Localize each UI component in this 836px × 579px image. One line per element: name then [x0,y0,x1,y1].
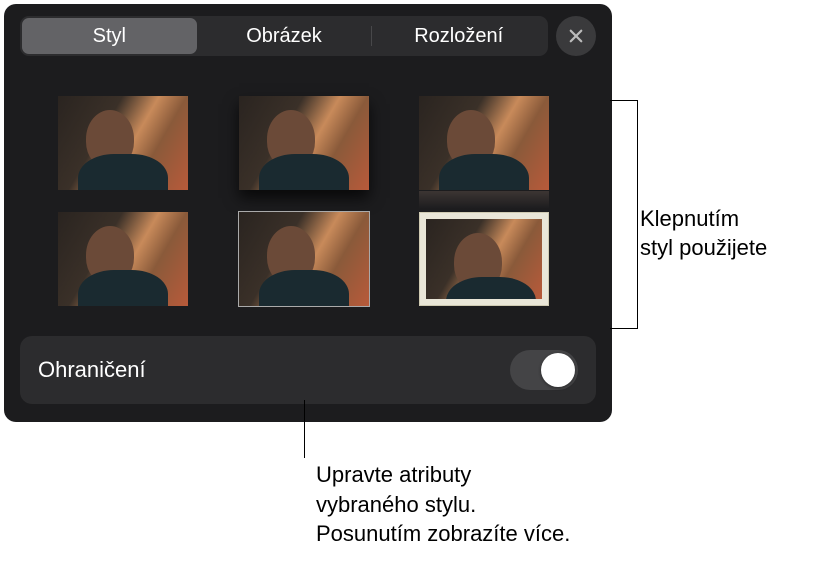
callout-bottom-text: Upravte atributy vybraného stylu. Posunu… [316,460,570,549]
callout-bracket [610,100,638,328]
style-thumb-frame[interactable] [419,212,549,306]
callout-line: styl použijete [640,234,767,263]
style-thumb-plain2[interactable] [58,212,188,306]
tab-style[interactable]: Styl [22,18,197,54]
style-thumb-shadow[interactable] [239,96,369,190]
style-thumb-plain[interactable] [58,96,188,190]
thumb-image [426,219,542,299]
style-thumb-line[interactable] [239,212,369,306]
callout-line: Upravte atributy [316,460,570,490]
border-toggle[interactable] [510,350,578,390]
tab-image[interactable]: Obrázek [197,18,372,54]
panel-header: Styl Obrázek Rozložení [20,16,596,56]
callout-right-text: Klepnutím styl použijete [640,205,767,262]
style-grid [20,96,596,306]
format-panel: Styl Obrázek Rozložení Ohraničení [4,4,612,422]
callout-bracket-tick [610,100,638,101]
close-icon [567,27,585,45]
callout-line: Klepnutím [640,205,767,234]
border-option-row: Ohraničení [20,336,596,404]
thumb-image [58,212,188,306]
thumb-image [419,96,549,190]
thumb-image [239,96,369,190]
tab-segmented-control: Styl Obrázek Rozložení [20,16,548,56]
callout-bracket-tick [610,328,638,329]
callout-line: Posunutím zobrazíte více. [316,519,570,549]
style-thumb-reflect[interactable] [419,96,549,190]
thumb-image [239,212,369,306]
callout-leader-line [304,400,305,458]
tab-layout[interactable]: Rozložení [371,18,546,54]
border-label: Ohraničení [38,357,146,383]
callout-line: vybraného stylu. [316,490,570,520]
thumb-image [58,96,188,190]
switch-knob [541,353,575,387]
close-button[interactable] [556,16,596,56]
